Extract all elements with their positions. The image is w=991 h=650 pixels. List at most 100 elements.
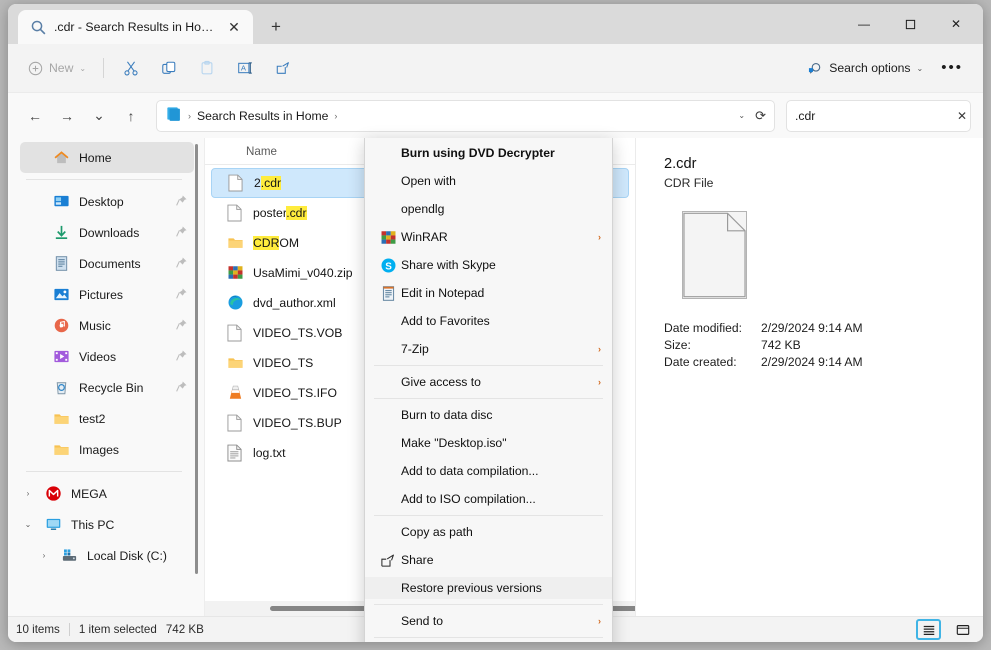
share-button[interactable] [265, 52, 301, 84]
up-button[interactable]: ↑ [116, 101, 146, 131]
search-options-button[interactable]: Search options ⌄ [800, 52, 931, 84]
context-menu-item-send-to[interactable]: Send to› [365, 610, 612, 632]
copy-icon [161, 60, 177, 76]
sidebar-item-downloads[interactable]: Downloads [20, 217, 194, 248]
sidebar-item-label: Downloads [79, 226, 139, 240]
pin-icon[interactable] [175, 318, 188, 334]
copy-button[interactable] [151, 52, 187, 84]
file-blank-icon [228, 174, 245, 193]
new-button[interactable]: New ⌄ [20, 52, 94, 84]
rename-button[interactable]: A [227, 52, 263, 84]
context-menu-separator [374, 515, 603, 516]
status-selection-size: 742 KB [166, 623, 204, 636]
recent-locations-button[interactable]: ⌄ [84, 101, 114, 131]
harddrive-icon [61, 547, 78, 564]
pin-icon[interactable] [175, 380, 188, 396]
breadcrumb[interactable]: › Search Results in Home › ⌄ ⟳ [156, 100, 775, 132]
sidebar-item-images[interactable]: Images [20, 434, 194, 465]
new-tab-button[interactable]: + [263, 14, 289, 40]
sidebar-item-mega[interactable]: ›MEGA [20, 478, 194, 509]
folder-icon [53, 410, 70, 427]
details-property-row: Date modified:2/29/2024 9:14 AM [664, 321, 863, 338]
sidebar-item-home[interactable]: Home [20, 142, 194, 173]
pin-icon[interactable] [175, 256, 188, 272]
context-menu-item-add-to-favorites[interactable]: Add to Favorites [365, 310, 612, 332]
context-menu-item-burn-using-dvd-decrypter[interactable]: Burn using DVD Decrypter [365, 142, 612, 164]
window-controls: — ✕ [841, 4, 983, 44]
sidebar-item-local-disk-c-[interactable]: › Local Disk (C:) [20, 540, 194, 571]
context-menu-item-make-desktop-iso[interactable]: Make "Desktop.iso" [365, 432, 612, 454]
pin-icon[interactable] [175, 225, 188, 241]
search-box[interactable]: ✕ [786, 100, 971, 132]
context-menu-item-winrar[interactable]: WinRAR› [365, 226, 612, 248]
breadcrumb-separator: › [188, 111, 191, 121]
back-button[interactable]: ← [20, 101, 50, 131]
context-menu-item-add-to-iso-compilation[interactable]: Add to ISO compilation... [365, 488, 612, 510]
details-property-value: 2/29/2024 9:14 AM [761, 355, 863, 372]
preview-pane-button[interactable] [950, 619, 975, 640]
sidebar-item-pictures[interactable]: Pictures [20, 279, 194, 310]
details-properties-table: Date modified:2/29/2024 9:14 AMSize:742 … [664, 321, 863, 372]
status-item-count: 10 items [16, 623, 60, 636]
refresh-icon[interactable]: ⟳ [755, 108, 766, 124]
details-view-button[interactable] [916, 619, 941, 640]
context-menu-item-give-access-to[interactable]: Give access to› [365, 371, 612, 393]
context-menu-item-copy-as-path[interactable]: Copy as path [365, 521, 612, 543]
context-menu-item-label: Edit in Notepad [401, 286, 601, 300]
file-name: UsaMimi_v040.zip [253, 266, 353, 280]
address-row: ← → ⌄ ↑ › Search Results in Home › ⌄ ⟳ ✕ [8, 92, 983, 138]
pin-icon[interactable] [175, 287, 188, 303]
forward-button[interactable]: → [52, 101, 82, 131]
sidebar-item-test2[interactable]: test2 [20, 403, 194, 434]
paste-button[interactable] [189, 52, 225, 84]
expander-icon[interactable]: › [36, 551, 52, 560]
more-options-button[interactable]: ••• [933, 52, 971, 84]
context-menu-item-restore-previous-versions[interactable]: Restore previous versions [365, 577, 612, 599]
expander-icon[interactable]: › [20, 489, 36, 498]
expander-icon[interactable]: ⌄ [20, 520, 36, 529]
breadcrumb-separator[interactable]: › [334, 111, 337, 121]
edge-icon [227, 294, 244, 313]
sidebar-item-videos[interactable]: Videos [20, 341, 194, 372]
sidebar-item-recycle-bin[interactable]: Recycle Bin [20, 372, 194, 403]
context-menu-item-7-zip[interactable]: 7-Zip› [365, 338, 612, 360]
context-menu-item-add-to-data-compilation[interactable]: Add to data compilation... [365, 460, 612, 482]
search-icon [30, 19, 47, 36]
sidebar-item-this-pc[interactable]: ⌄This PC [20, 509, 194, 540]
context-menu-item-opendlg[interactable]: opendlg [365, 198, 612, 220]
sidebar-item-documents[interactable]: Documents [20, 248, 194, 279]
sidebar-item-desktop[interactable]: Desktop [20, 186, 194, 217]
notepad-icon [375, 285, 401, 302]
context-menu-item-share[interactable]: Share [365, 549, 612, 571]
context-menu-item-label: WinRAR [401, 230, 598, 244]
context-menu-item-burn-to-data-disc[interactable]: Burn to data disc [365, 404, 612, 426]
text-file-icon [227, 444, 244, 463]
history-chevron-icon[interactable]: ⌄ [738, 111, 745, 120]
close-window-button[interactable]: ✕ [933, 4, 979, 44]
breadcrumb-path[interactable]: Search Results in Home [197, 109, 328, 123]
context-menu-item-share-with-skype[interactable]: SShare with Skype [365, 254, 612, 276]
pin-icon[interactable] [175, 349, 188, 365]
file-name: VIDEO_TS.VOB [253, 326, 342, 340]
pin-icon[interactable] [175, 194, 188, 210]
maximize-button[interactable] [887, 4, 933, 44]
pictures-icon [53, 286, 70, 303]
close-tab-icon[interactable]: ✕ [221, 14, 247, 40]
sidebar-item-music[interactable]: Music [20, 310, 194, 341]
minimize-button[interactable]: — [841, 4, 887, 44]
search-input[interactable] [795, 109, 953, 123]
file-name: 2.cdr [254, 176, 281, 190]
sidebar-scrollbar[interactable] [195, 144, 198, 574]
clear-search-icon[interactable]: ✕ [953, 109, 967, 123]
skype-icon: S [375, 257, 401, 274]
file-name: VIDEO_TS.IFO [253, 386, 337, 400]
command-toolbar: New ⌄ A Search options ⌄ ••• [8, 44, 983, 92]
desktop-background: .cdr - Search Results in Home ✕ + — ✕ Ne… [0, 0, 991, 650]
details-property-key: Size: [664, 338, 761, 355]
context-menu-item-open-with[interactable]: Open with [365, 170, 612, 192]
context-menu[interactable]: Burn using DVD Decrypter Open with opendlg… [364, 138, 613, 642]
explorer-tab[interactable]: .cdr - Search Results in Home ✕ [18, 10, 253, 44]
context-menu-item-edit-in-notepad[interactable]: Edit in Notepad [365, 282, 612, 304]
cut-button[interactable] [113, 52, 149, 84]
sidebar-item-label: Local Disk (C:) [87, 549, 167, 563]
